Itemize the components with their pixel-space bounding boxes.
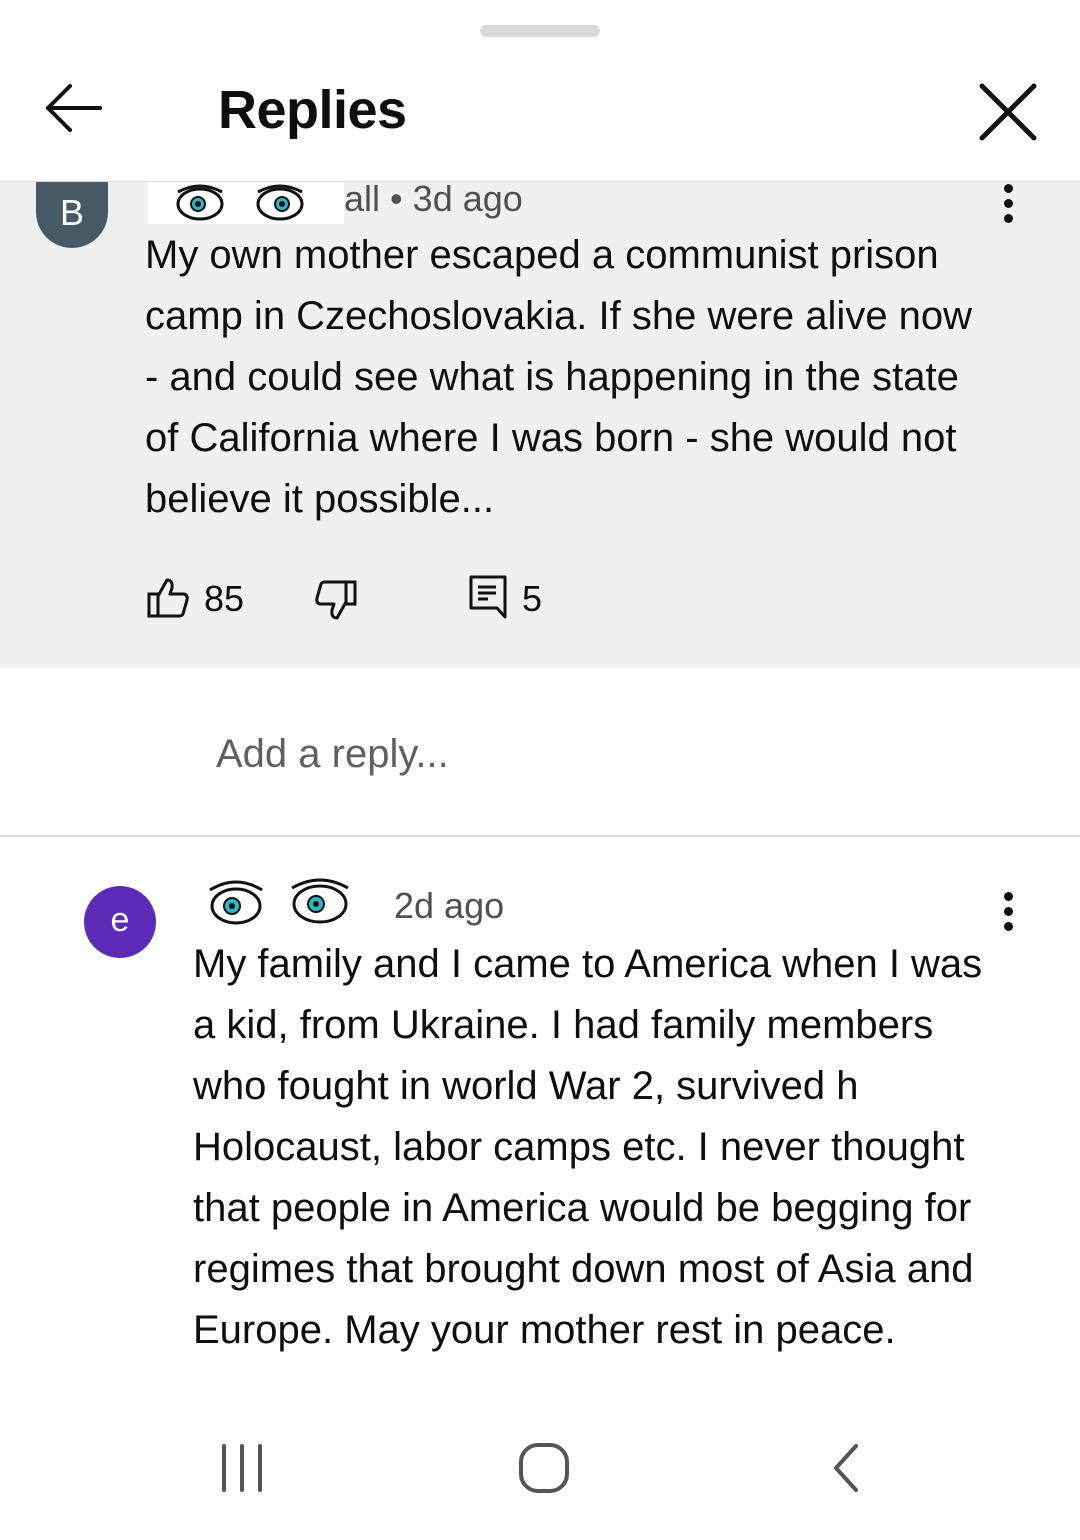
close-button[interactable]: [968, 72, 1048, 152]
like-button[interactable]: [146, 576, 190, 620]
comment-line: a kid, from Ukraine. I had family member…: [193, 1003, 934, 1047]
recents-icon: [222, 1444, 262, 1492]
comment-line: - and could see what is happening in the…: [145, 355, 959, 399]
thumb-down-icon: [315, 580, 357, 620]
page-title: Replies: [218, 80, 407, 140]
comment-line: camp in Czechoslovakia. If she were aliv…: [145, 294, 973, 338]
avatar[interactable]: B: [36, 182, 108, 248]
comment-time: 3d ago: [412, 178, 523, 219]
comment-line: My own mother escaped a communist prison: [145, 233, 939, 277]
comment-line: My family and I came to America when I w…: [193, 942, 983, 986]
comment-line: believe it possible...: [145, 477, 495, 521]
replies-sheet: Replies B all • 3d ago My own mother esc…: [0, 0, 1080, 1540]
reply-count: 5: [522, 578, 543, 619]
add-reply-input[interactable]: Add a reply...: [216, 728, 916, 780]
comment-line: that people in America would be begging …: [193, 1186, 972, 1230]
avatar[interactable]: e: [84, 886, 156, 958]
divider: [0, 835, 1080, 837]
back-button[interactable]: [36, 70, 112, 146]
redaction-sticker: [148, 182, 344, 224]
reply-button[interactable]: [468, 574, 508, 620]
redaction-sticker: [196, 868, 380, 930]
comment-line: Holocaust, labor camps etc. I never thou…: [193, 1125, 965, 1169]
eyes-sticker-icon: [209, 878, 349, 925]
meta-separator: •: [390, 178, 403, 219]
like-count: 85: [204, 578, 245, 619]
avatar-letter: e: [110, 901, 130, 939]
nav-back-icon: [834, 1444, 858, 1492]
comment-line: who fought in world War 2, survived h: [193, 1064, 859, 1108]
home-icon: [519, 1443, 569, 1493]
more-options-button[interactable]: [988, 180, 1028, 240]
dislike-button[interactable]: [314, 578, 358, 622]
avatar-letter: B: [59, 192, 84, 233]
comment-line: Europe. May your mother rest in peace.: [193, 1308, 896, 1352]
comment-time: 2d ago: [394, 885, 505, 926]
thumb-up-icon: [147, 578, 189, 618]
replies-header: Replies: [0, 0, 1080, 180]
comment-line: of California where I was born - she wou…: [145, 416, 957, 460]
home-button[interactable]: [516, 1440, 572, 1496]
author-name[interactable]: all: [344, 178, 380, 219]
recents-button[interactable]: [214, 1442, 270, 1494]
more-options-button[interactable]: [988, 888, 1028, 948]
nav-back-button[interactable]: [826, 1442, 866, 1494]
comment-icon: [469, 575, 507, 619]
arrow-left-icon: [46, 84, 102, 132]
parent-comment: B all • 3d ago My own mother escaped a c…: [0, 179, 1080, 668]
eyes-sticker-icon: [176, 184, 304, 221]
comment-line: regimes that brought down most of Asia a…: [193, 1247, 974, 1291]
comment-meta: all • 3d ago: [344, 179, 523, 219]
close-icon: [979, 83, 1037, 141]
system-nav-bar: [0, 1420, 1080, 1540]
